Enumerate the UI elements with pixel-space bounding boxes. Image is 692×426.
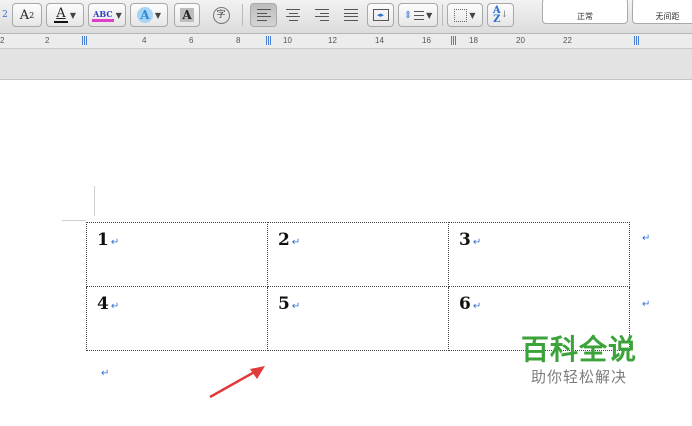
table-row: 1 ↵ 2 ↵ 3 ↵ xyxy=(86,222,630,287)
chevron-down-icon[interactable]: ▼ xyxy=(469,11,475,20)
chevron-down-icon[interactable]: ▼ xyxy=(70,11,76,20)
red-arrow-icon xyxy=(209,366,265,399)
ruler-tick-label: 10 xyxy=(283,36,292,45)
character-shading-button[interactable]: A xyxy=(174,3,200,27)
watermark-title: 百科全说 xyxy=(520,333,637,366)
justify-button[interactable] xyxy=(338,3,364,27)
align-center-button[interactable] xyxy=(280,3,306,27)
styles-panel: 正常 无间距 xyxy=(528,0,692,28)
highlight-button[interactable]: ABC ▼ xyxy=(88,3,126,27)
cell-text: 5 xyxy=(278,294,290,314)
paragraph-mark-icon: ↵ xyxy=(291,237,301,248)
align-left-icon xyxy=(256,9,271,21)
row-end-mark-icon: ↵ xyxy=(642,233,651,244)
watermark-logo: 百科全说 助你轻松解决 xyxy=(516,333,642,387)
document-table[interactable]: 1 ↵ 2 ↵ 3 ↵ 4 ↵ 5 ↵ 6 ↵ xyxy=(86,222,630,351)
horizontal-ruler[interactable]: 2 2 4 6 8 10 12 14 16 18 20 22 xyxy=(0,34,692,49)
line-spacing-arrows-icon: ⇕ xyxy=(403,9,413,21)
paragraph-mark-icon: ↵ xyxy=(472,237,482,248)
distributed-button[interactable]: ◂▸ xyxy=(367,3,394,27)
ruler-tick-label: 8 xyxy=(236,36,241,45)
line-spacing-icon xyxy=(414,10,425,20)
enclose-characters-button[interactable]: 字 xyxy=(208,3,234,27)
ruler-tick-label: 14 xyxy=(375,36,384,45)
style-no-spacing[interactable]: 无间距 xyxy=(632,0,692,24)
sort-button[interactable]: A Z ↓ xyxy=(487,3,514,27)
text-effects-button[interactable]: A ▼ xyxy=(130,3,168,27)
margin-corner-mark xyxy=(94,186,95,216)
cell-text: 4 xyxy=(97,294,109,314)
column-marker[interactable] xyxy=(266,36,271,45)
column-marker[interactable] xyxy=(451,36,456,45)
ruler-tick-label: 22 xyxy=(563,36,572,45)
ruler-tick-label: 12 xyxy=(328,36,337,45)
sort-arrow-icon: ↓ xyxy=(500,10,509,20)
subscript-digit: 2 xyxy=(29,10,35,20)
ruler-tick-label: 16 xyxy=(422,36,431,45)
highlight-icon: ABC xyxy=(92,9,114,22)
toolbar-divider xyxy=(242,4,243,26)
table-cell[interactable]: 1 ↵ xyxy=(86,222,268,287)
borders-icon xyxy=(454,8,468,22)
table-cell[interactable]: 5 ↵ xyxy=(267,286,449,351)
cell-text: 6 xyxy=(459,294,471,314)
paragraph-mark-icon: ↵ xyxy=(291,301,301,312)
subscript-glyph: A xyxy=(19,7,30,23)
table-cell[interactable]: 3 ↵ xyxy=(448,222,630,287)
chevron-down-icon[interactable]: ▼ xyxy=(426,11,432,20)
borders-button[interactable]: ▼ xyxy=(447,3,483,27)
chevron-down-icon[interactable]: ▼ xyxy=(116,11,122,20)
formatting-toolbar: 2 A2 A ▼ ABC ▼ A ▼ A 字 ◂▸ ⇕ ▼ ▼ A Z ↓ 正常… xyxy=(0,0,692,34)
align-right-icon xyxy=(315,9,329,21)
ruler-tick-label: 20 xyxy=(516,36,525,45)
superscript-button-partial[interactable]: 2 xyxy=(0,3,10,27)
paragraph-mark-icon: ↵ xyxy=(101,368,110,379)
align-right-button[interactable] xyxy=(309,3,335,27)
table-cell[interactable]: 2 ↵ xyxy=(267,222,449,287)
ruler-tick-label: 2 xyxy=(0,36,5,45)
page-gap-area xyxy=(0,49,692,80)
ruler-tick-label: 18 xyxy=(469,36,478,45)
distributed-icon: ◂▸ xyxy=(372,9,389,21)
font-color-glyph: A xyxy=(56,6,66,21)
align-center-icon xyxy=(286,9,300,21)
character-shading-icon: A xyxy=(180,8,194,22)
font-color-icon: A xyxy=(53,6,68,23)
toolbar-divider xyxy=(442,4,443,26)
paragraph-mark-icon: ↵ xyxy=(110,301,120,312)
paragraph-mark-icon: ↵ xyxy=(472,301,482,312)
text-effects-icon: A xyxy=(136,7,153,23)
cell-text: 3 xyxy=(459,230,471,250)
ruler-tick-label: 2 xyxy=(45,36,50,45)
chevron-down-icon[interactable]: ▼ xyxy=(155,11,161,20)
sort-az-icon: AZ xyxy=(492,5,501,25)
enclose-characters-icon: 字 xyxy=(212,6,230,24)
table-cell[interactable]: 4 ↵ xyxy=(86,286,268,351)
font-color-bar xyxy=(53,21,68,23)
ruler-tick-label: 6 xyxy=(189,36,194,45)
cell-text: 1 xyxy=(97,230,109,250)
font-color-button[interactable]: A ▼ xyxy=(46,3,84,27)
align-left-button[interactable] xyxy=(250,3,277,27)
line-spacing-button[interactable]: ⇕ ▼ xyxy=(398,3,438,27)
watermark-subtitle: 助你轻松解决 xyxy=(530,368,627,386)
style-normal[interactable]: 正常 xyxy=(542,0,628,24)
row-end-mark-icon: ↵ xyxy=(642,299,651,310)
justify-icon xyxy=(344,9,358,21)
right-indent-marker[interactable] xyxy=(634,36,639,45)
ruler-tick-label: 4 xyxy=(142,36,147,45)
paragraph-mark-icon: ↵ xyxy=(110,237,120,248)
left-indent-marker[interactable] xyxy=(82,36,87,45)
subscript-button[interactable]: A2 xyxy=(12,3,42,27)
cell-text: 2 xyxy=(278,230,290,250)
margin-corner-mark xyxy=(62,220,86,221)
